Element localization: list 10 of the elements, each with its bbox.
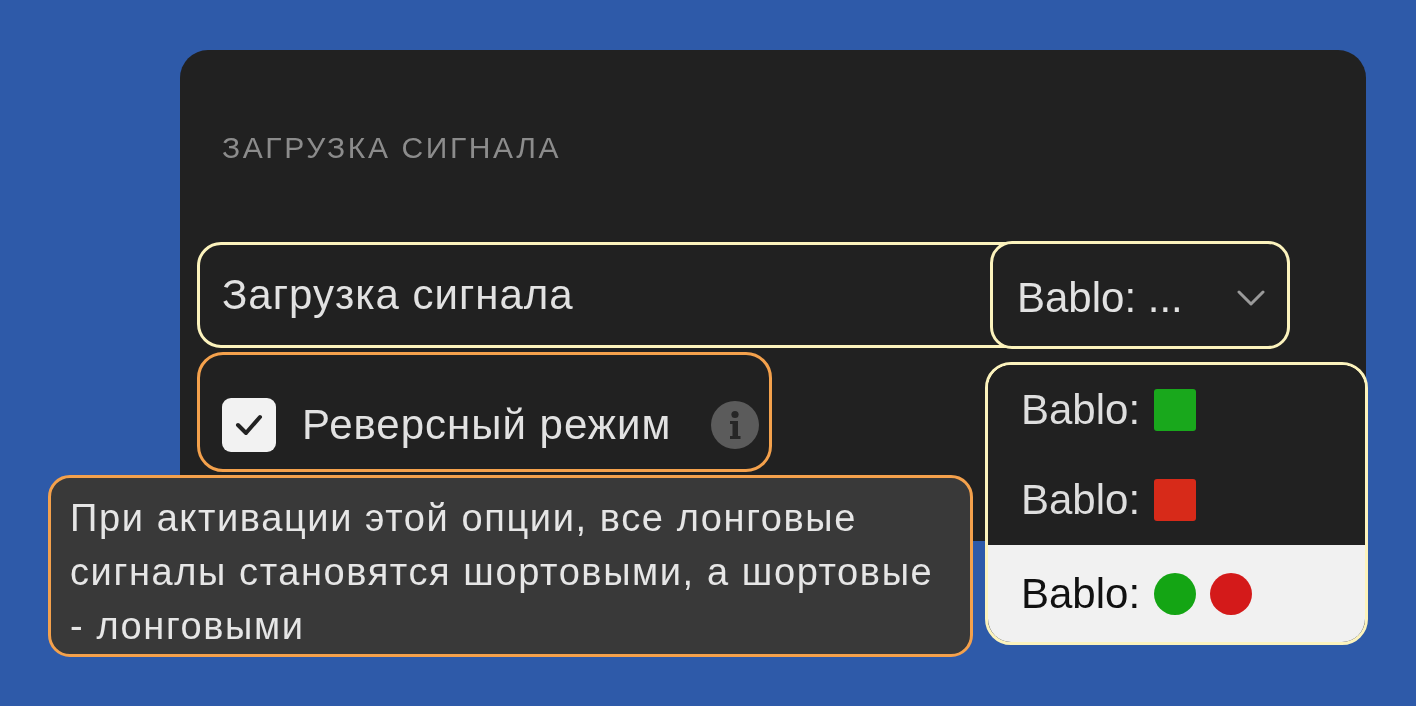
- section-title: ЗАГРУЗКА СИГНАЛА: [222, 130, 562, 166]
- tooltip-text: При активации этой опции, все лонговые сигналы становятся шортовыми, а шортовые - лонговыми: [70, 496, 935, 649]
- select-field[interactable]: Bablo: ...: [990, 241, 1290, 349]
- chevron-down-icon: [1237, 290, 1265, 306]
- info-icon[interactable]: [711, 401, 759, 449]
- checkbox[interactable]: [222, 398, 276, 452]
- row-label: Загрузка сигнала: [222, 270, 574, 320]
- check-icon: [235, 414, 263, 436]
- checkbox-label: Реверсный режим: [302, 400, 672, 450]
- dropdown-option[interactable]: Bablo:: [988, 545, 1365, 642]
